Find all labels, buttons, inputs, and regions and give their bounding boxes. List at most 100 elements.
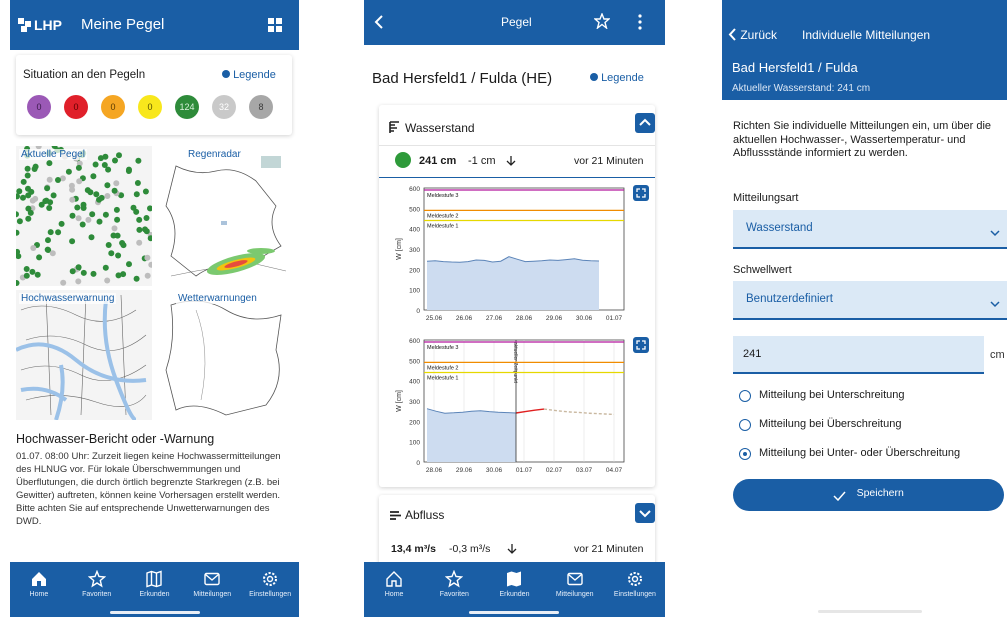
grid-icon[interactable] — [268, 18, 282, 37]
top-bar: Pegel — [364, 0, 665, 45]
x-tick-label: 28.06 — [516, 315, 533, 322]
tab-erkunden[interactable]: Erkunden — [126, 562, 184, 617]
x-tick-label: 30.06 — [486, 467, 503, 474]
schwellwert-select[interactable]: Benutzerdefiniert — [733, 281, 1007, 320]
tab-mitteilungen[interactable]: Mitteilungen — [545, 562, 605, 617]
x-tick-label: 27.06 — [486, 315, 503, 322]
x-tick-label: 01.07 — [606, 315, 623, 322]
mail-icon — [183, 570, 241, 588]
radio-button[interactable] — [739, 390, 751, 402]
tab-bar: Home Favoriten Erkunden Mitteilungen Einstel… — [364, 562, 665, 617]
radio-label: Mitteilung bei Unter- oder Überschreitun… — [759, 447, 961, 459]
threshold-value: 241 — [743, 348, 762, 360]
y-tick-label: 0 — [416, 460, 420, 467]
situation-pill[interactable]: 32 — [212, 95, 236, 119]
x-tick-label: 26.06 — [456, 315, 473, 322]
y-tick-label: 600 — [409, 338, 420, 345]
status-dot — [395, 152, 411, 168]
home-icon — [10, 570, 68, 588]
radio-label: Mitteilung bei Unterschreitung — [759, 389, 905, 401]
legend-link[interactable]: Legende — [222, 69, 276, 81]
mail-icon — [545, 570, 605, 588]
home-indicator — [818, 610, 922, 613]
tab-favoriten[interactable]: Favoriten — [68, 562, 126, 617]
tab-label: Favoriten — [82, 591, 112, 598]
situation-pill[interactable]: 0 — [27, 95, 51, 119]
chart-wasserstand-forecast: 0 100 200 300 400 500 600 W [cm] 28.06 29.06 30.06… — [379, 332, 629, 482]
tab-mitteilungen[interactable]: Mitteilungen — [183, 562, 241, 617]
map-hochwasserwarnung[interactable]: Hochwasserwarnung — [16, 290, 152, 420]
threshold-input[interactable]: 241 — [733, 336, 984, 374]
star-icon[interactable] — [593, 12, 611, 34]
lhp-logo-icon — [18, 18, 34, 37]
save-button[interactable]: Speichern — [733, 479, 1004, 511]
radio-button[interactable] — [739, 419, 751, 431]
map-regenradar[interactable]: Regenradar — [156, 146, 292, 286]
report-text: 01.07. 08:00 Uhr: Zurzeit liegen keine H… — [16, 451, 281, 527]
current-level: Aktueller Wasserstand: 241 cm — [732, 83, 871, 94]
pegel-map-image — [16, 146, 152, 286]
more-icon[interactable] — [638, 14, 642, 35]
page-title: Individuelle Mitteilungen — [802, 28, 931, 42]
situation-pill[interactable]: 0 — [64, 95, 88, 119]
wasserstand-title: Wasserstand — [405, 121, 475, 135]
back-chevron-icon[interactable] — [374, 14, 384, 35]
map-wetterwarnungen[interactable]: Wetterwarnungen — [156, 290, 292, 420]
schwellwert-value: Benutzerdefiniert — [746, 293, 833, 305]
wasserstand-time: vor 21 Minuten — [574, 155, 644, 167]
map-title: Wetterwarnungen — [176, 293, 259, 304]
tab-favoriten[interactable]: Favoriten — [424, 562, 484, 617]
tab-label: Einstellungen — [613, 591, 656, 598]
radio-button-checked[interactable] — [739, 448, 751, 460]
radio-label: Mitteilung bei Überschreitung — [759, 418, 902, 430]
tab-label: Erkunden — [499, 591, 530, 598]
situation-pill[interactable]: 8 — [249, 95, 273, 119]
expand-icon — [636, 188, 646, 198]
back-button[interactable]: Zurück — [728, 28, 777, 42]
tab-erkunden[interactable]: Erkunden — [484, 562, 544, 617]
situation-pill[interactable]: 124 — [175, 95, 199, 119]
map-icon — [484, 570, 544, 588]
tab-home[interactable]: Home — [364, 562, 424, 617]
fullscreen-button[interactable] — [633, 337, 649, 353]
logo-text: LHP — [34, 17, 62, 33]
info-icon — [222, 70, 230, 78]
map-title: Hochwasserwarnung — [19, 293, 117, 304]
collapse-button[interactable] — [635, 113, 655, 133]
tab-home[interactable]: Home — [10, 562, 68, 617]
save-label: Speichern — [856, 486, 904, 499]
x-tick-label: 29.06 — [546, 315, 563, 322]
situation-pill[interactable]: 0 — [101, 95, 125, 119]
y-axis-label: W [cm] — [396, 390, 403, 412]
chevron-up-icon — [639, 118, 651, 126]
x-tick-label: 25.06 — [426, 315, 443, 322]
info-icon — [590, 73, 598, 81]
mitteilungen-screen: Zurück Individuelle Mitteilungen Bad Her… — [722, 0, 1007, 617]
expand-button[interactable] — [635, 503, 655, 523]
tab-label: Home — [384, 591, 404, 598]
map-title: Regenradar — [186, 149, 243, 160]
tab-einstellungen[interactable]: Einstellungen — [605, 562, 665, 617]
x-tick-label: 29.06 — [456, 467, 473, 474]
situation-pill[interactable]: 0 — [138, 95, 162, 119]
tab-einstellungen[interactable]: Einstellungen — [241, 562, 299, 617]
art-select[interactable]: Wasserstand — [733, 210, 1007, 249]
y-tick-label: 400 — [409, 379, 420, 386]
map-aktuelle-pegel[interactable]: Aktuelle Pegel — [16, 146, 152, 286]
y-tick-label: 200 — [409, 267, 420, 274]
gauge-icon — [389, 121, 400, 139]
home-screen: LHP Meine Pegel Situation an den Pegeln … — [10, 0, 299, 617]
chart-wasserstand-history: 0 100 200 300 400 500 600 W [cm] 25.06 26.06 27.06… — [379, 180, 629, 330]
x-tick-label: 02.07 — [546, 467, 563, 474]
gear-icon — [241, 570, 299, 588]
schwellwert-label: Schwellwert — [733, 264, 792, 276]
y-tick-label: 300 — [409, 247, 420, 254]
station-title: Bad Hersfeld1 / Fulda (HE) — [372, 70, 553, 87]
wasserstand-value: 241 cm — [419, 155, 457, 167]
tab-label: Home — [29, 591, 49, 598]
fullscreen-button[interactable] — [633, 185, 649, 201]
star-icon — [68, 569, 126, 588]
threshold-label: Meldestufe 1 — [427, 224, 459, 230]
legend-link[interactable]: Legende — [590, 72, 644, 84]
back-label: Zurück — [740, 28, 778, 42]
